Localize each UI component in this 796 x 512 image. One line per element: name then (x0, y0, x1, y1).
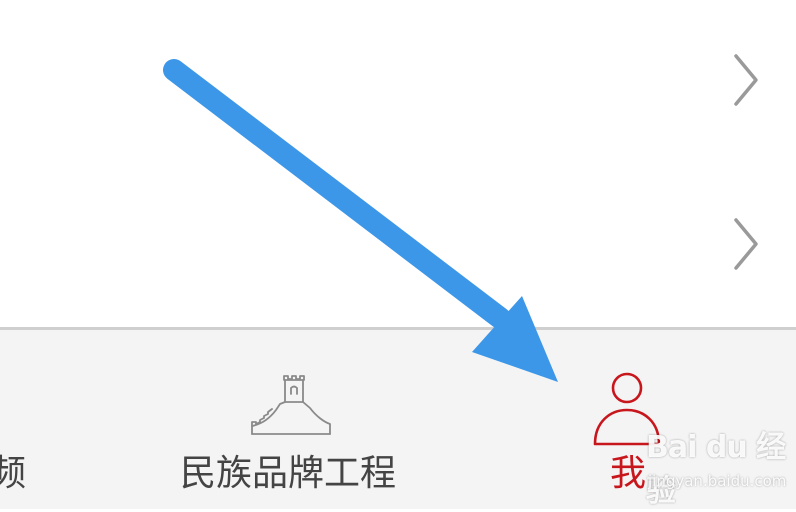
tab-label: 频 (0, 453, 27, 494)
watermark-logo: Bai du 经验 (646, 430, 786, 509)
watermark-url: jingyan.baidu.com (648, 472, 787, 490)
tab-brand[interactable]: 民族品牌工程 (160, 330, 420, 512)
great-wall-icon (251, 375, 331, 435)
chevron-right-icon (734, 54, 758, 106)
baidu-watermark: Bai du 经验 jingyan.baidu.com (646, 420, 787, 509)
chevron-right-icon (734, 218, 758, 270)
list-item[interactable] (0, 0, 796, 164)
settings-list (0, 0, 796, 328)
list-item[interactable] (0, 164, 796, 328)
tab-video[interactable]: 频 (0, 330, 120, 512)
tab-label: 民族品牌工程 (180, 453, 397, 494)
tab-label: 我 (610, 453, 647, 494)
